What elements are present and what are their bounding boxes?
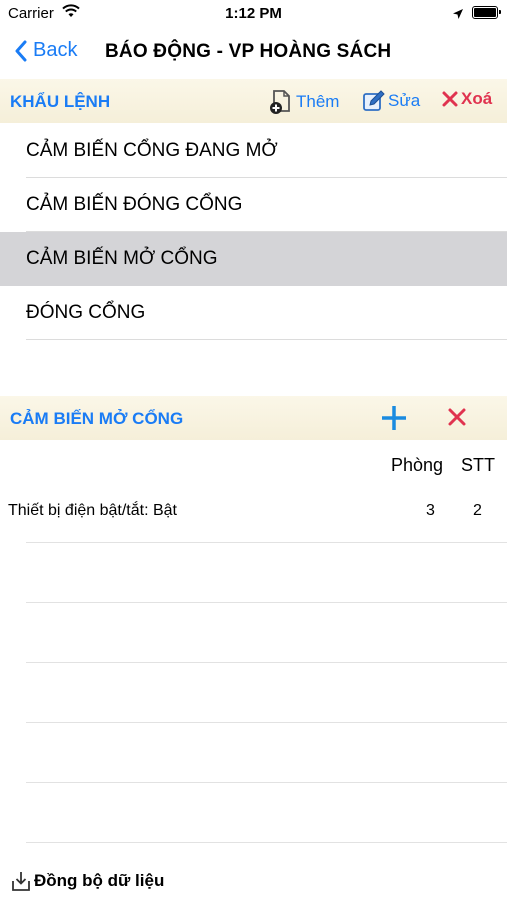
detail-section-title: CẢM BIẾN MỞ CỔNG bbox=[10, 409, 184, 428]
device-room: 3 bbox=[426, 502, 435, 519]
location-arrow-icon bbox=[452, 7, 464, 25]
command-label: CẢM BIẾN MỞ CỔNG bbox=[26, 248, 218, 269]
battery-icon bbox=[472, 6, 501, 19]
command-row[interactable]: ĐÓNG CỔNG bbox=[0, 286, 507, 340]
command-row-selected[interactable]: CẢM BIẾN MỞ CỔNG bbox=[0, 232, 507, 286]
add-document-icon bbox=[270, 90, 290, 114]
add-command-button[interactable]: Thêm bbox=[268, 89, 339, 115]
row-divider bbox=[26, 662, 507, 663]
row-divider bbox=[26, 602, 507, 603]
row-divider bbox=[26, 542, 507, 543]
commands-section-title: KHẨU LỆNH bbox=[10, 92, 111, 111]
sync-label: Đồng bộ dữ liệu bbox=[34, 871, 165, 890]
delete-label: Xoá bbox=[461, 89, 493, 108]
close-icon bbox=[448, 408, 466, 426]
edit-command-button[interactable]: Sửa bbox=[362, 89, 420, 113]
delete-x-icon bbox=[442, 91, 458, 107]
command-label: ĐÓNG CỔNG bbox=[26, 302, 146, 323]
device-name: Thiết bị điện bật/tắt: Bật bbox=[8, 502, 177, 519]
row-divider bbox=[26, 339, 507, 340]
commands-header: KHẨU LỆNH Thêm Sửa Xoá bbox=[0, 79, 507, 123]
back-button[interactable]: Back bbox=[14, 39, 77, 62]
edit-label: Sửa bbox=[388, 91, 421, 110]
download-tray-icon bbox=[12, 872, 30, 891]
remove-device-button[interactable] bbox=[447, 407, 467, 432]
device-order: 2 bbox=[473, 502, 482, 519]
row-divider bbox=[26, 782, 507, 783]
device-row[interactable]: Thiết bị điện bật/tắt: Bật 3 2 bbox=[0, 486, 507, 542]
navigation-bar: Back BÁO ĐỘNG - VP HOÀNG SÁCH bbox=[0, 30, 507, 78]
detail-header: CẢM BIẾN MỞ CỔNG bbox=[0, 396, 507, 440]
page-title: BÁO ĐỘNG - VP HOÀNG SÁCH bbox=[105, 41, 392, 62]
sync-data-button[interactable]: Đồng bộ dữ liệu bbox=[10, 870, 164, 892]
column-header-order: STT bbox=[461, 455, 495, 475]
row-divider bbox=[26, 722, 507, 723]
status-bar: Carrier 1:12 PM bbox=[0, 0, 507, 30]
delete-command-button[interactable]: Xoá bbox=[441, 89, 492, 109]
chevron-left-icon bbox=[15, 40, 27, 61]
clock: 1:12 PM bbox=[225, 5, 282, 22]
command-label: CẢM BIẾN CỔNG ĐANG MỞ bbox=[26, 140, 278, 161]
command-row[interactable]: CẢM BIẾN CỔNG ĐANG MỞ bbox=[0, 124, 507, 178]
command-row[interactable]: CẢM BIẾN ĐÓNG CỔNG bbox=[0, 178, 507, 232]
plus-icon bbox=[382, 406, 406, 430]
column-header-room: Phòng bbox=[391, 455, 444, 475]
command-label: CẢM BIẾN ĐÓNG CỔNG bbox=[26, 194, 243, 215]
row-divider bbox=[26, 842, 507, 843]
command-list: CẢM BIẾN CỔNG ĐANG MỞ CẢM BIẾN ĐÓNG CỔNG… bbox=[0, 124, 507, 340]
edit-pencil-icon bbox=[363, 90, 385, 111]
add-label: Thêm bbox=[296, 92, 340, 111]
add-device-button[interactable] bbox=[380, 404, 408, 437]
back-label: Back bbox=[33, 39, 78, 61]
